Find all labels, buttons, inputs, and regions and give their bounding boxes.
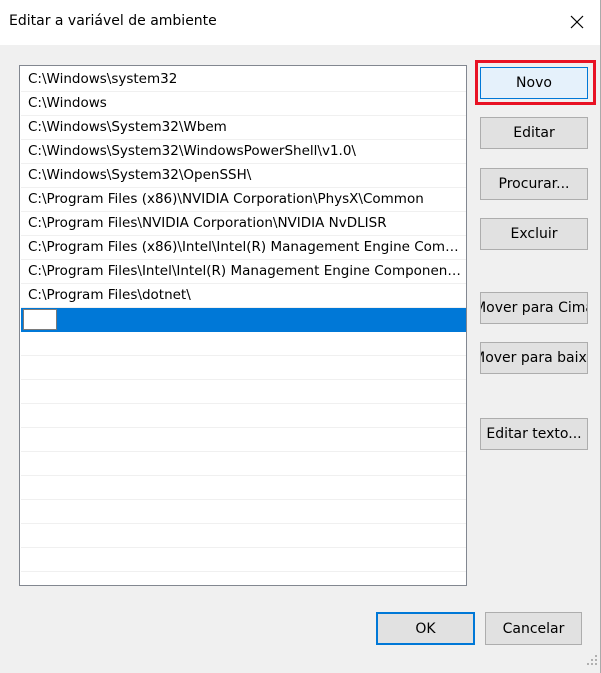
list-item[interactable]: C:\Program Files\NVIDIA Corporation\NVID… [21, 212, 466, 236]
procurar-button[interactable]: Procurar... [480, 168, 588, 200]
list-empty-row [21, 332, 466, 356]
path-list[interactable]: C:\Windows\system32 C:\Windows C:\Window… [19, 65, 467, 586]
list-item[interactable]: C:\Program Files\Intel\Intel(R) Manageme… [21, 260, 466, 284]
editar-button[interactable]: Editar [480, 117, 588, 149]
editar-texto-button[interactable]: Editar texto... [480, 418, 588, 450]
resize-grip-icon[interactable] [586, 654, 598, 666]
excluir-button[interactable]: Excluir [480, 218, 588, 250]
new-entry-input[interactable] [23, 309, 57, 330]
list-empty-row [21, 404, 466, 428]
close-button[interactable] [558, 6, 596, 38]
list-empty-row [21, 356, 466, 380]
mover-para-baixo-button[interactable]: Mover para baixo [480, 342, 588, 374]
list-item[interactable]: C:\Windows\system32 [21, 68, 466, 92]
close-icon [570, 15, 584, 29]
ok-button[interactable]: OK [376, 612, 475, 645]
list-empty-row [21, 380, 466, 404]
list-item[interactable]: C:\Windows\System32\Wbem [21, 116, 466, 140]
edit-environment-variable-dialog: Editar a variável de ambiente C:\Windows… [0, 0, 601, 673]
list-empty-row [21, 452, 466, 476]
list-item[interactable]: C:\Program Files (x86)\NVIDIA Corporatio… [21, 188, 466, 212]
list-item[interactable]: C:\Program Files\dotnet\ [21, 284, 466, 308]
list-empty-row [21, 548, 466, 572]
dialog-title: Editar a variável de ambiente [9, 13, 217, 29]
cancelar-button[interactable]: Cancelar [485, 612, 582, 645]
list-item-new-selected[interactable] [21, 308, 466, 332]
list-item[interactable]: C:\Program Files (x86)\Intel\Intel(R) Ma… [21, 236, 466, 260]
list-item[interactable]: C:\Windows [21, 92, 466, 116]
mover-para-cima-button[interactable]: Mover para Cima [480, 292, 588, 324]
list-empty-row [21, 524, 466, 548]
list-empty-row [21, 500, 466, 524]
novo-button[interactable]: Novo [480, 67, 588, 99]
list-empty-row [21, 428, 466, 452]
list-item[interactable]: C:\Windows\System32\WindowsPowerShell\v1… [21, 140, 466, 164]
list-empty-row [21, 476, 466, 500]
list-item[interactable]: C:\Windows\System32\OpenSSH\ [21, 164, 466, 188]
title-bar: Editar a variável de ambiente [0, 0, 600, 45]
